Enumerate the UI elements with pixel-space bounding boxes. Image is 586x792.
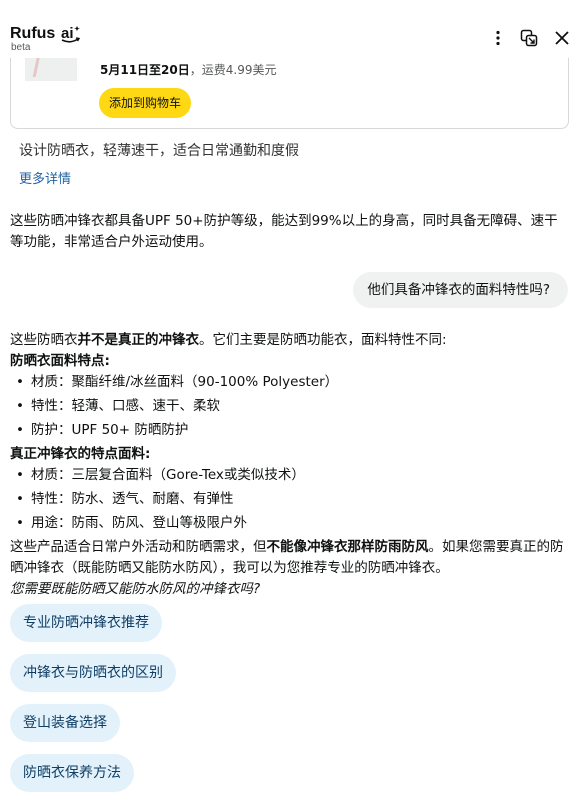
beta-label: beta [11, 42, 31, 53]
answer-intro-rest: 。它们主要是防晒功能衣，面料特性不同: [199, 332, 447, 348]
list-item: 防护：UPF 50+ 防晒防护 [10, 420, 576, 441]
more-options-button[interactable] [488, 28, 508, 48]
shipping-dates: 5月11日至20日 [100, 63, 190, 77]
suggestion-chip[interactable]: 登山装备选择 [10, 704, 120, 742]
answer-question: 您需要既能防晒又能防水防风的冲锋衣吗? [10, 579, 576, 600]
list-item: 特性：防水、透气、耐磨、有弹性 [10, 489, 576, 510]
list-item: 材质：聚酯纤维/冰丝面料（90-100% Polyester） [10, 372, 576, 393]
suggestion-chip[interactable]: 防晒衣保养方法 [10, 754, 134, 792]
answer-intro: 这些防晒衣并不是真正的冲锋衣。它们主要是防晒功能衣，面料特性不同: [10, 330, 576, 351]
list-item: 特性：轻薄、口感、速干、柔软 [10, 396, 576, 417]
suggestion-chip[interactable]: 冲锋衣与防晒衣的区别 [10, 654, 176, 692]
minimize-button[interactable] [519, 28, 539, 48]
add-to-cart-button[interactable]: 添加到购物车 [99, 88, 192, 118]
answer-closing-emphasis: 不能像冲锋衣那样防雨防风 [266, 539, 429, 555]
more-details-link[interactable]: 更多详情 [19, 168, 71, 187]
answer-closing-text: 这些产品适合日常户外活动和防晒需求，但 [10, 539, 267, 555]
product-card[interactable]: 5月11日至20日，运费4.99美元 添加到购物车 [10, 46, 569, 129]
brand-name: Rufus [10, 25, 56, 42]
answer-intro-text: 这些防晒衣 [10, 332, 78, 348]
section-title-jacket: 真正冲锋衣的特点面料: [10, 446, 151, 462]
assistant-message: 这些防晒冲锋衣都具备UPF 50+防护等级，能达到99%以上的身高，同时具备无障… [10, 213, 558, 250]
close-icon [555, 31, 569, 45]
sun-protection-list: 材质：聚酯纤维/冰丝面料（90-100% Polyester） 特性：轻薄、口感… [10, 372, 576, 441]
section-title-sun-protection: 防晒衣面料特点: [10, 353, 110, 369]
svg-text:ai: ai [61, 25, 74, 42]
answer-closing: 这些产品适合日常户外活动和防晒需求，但不能像冲锋衣那样防雨防风。如果您需要真正的… [10, 537, 576, 579]
ai-logo-icon: ai [61, 25, 81, 43]
answer-question-text: 您需要既能防晒又能防水防风的冲锋衣吗? [10, 581, 261, 597]
kebab-menu-icon [496, 30, 500, 46]
user-message: 他们具备冲锋衣的面料特性吗? [353, 272, 568, 308]
shipping-cost: ，运费4.99美元 [189, 63, 277, 77]
list-item: 用途：防雨、防风、登山等极限户外 [10, 513, 576, 534]
product-description: 设计防晒衣，轻薄速干，适合日常通勤和度假 [19, 143, 299, 159]
close-button[interactable] [552, 28, 572, 48]
list-item: 材质：三层复合面料（Gore-Tex或类似技术） [10, 465, 576, 486]
header: Rufus ai beta [0, 0, 586, 58]
minimize-window-icon [520, 29, 538, 47]
answer-intro-emphasis: 并不是真正的冲锋衣 [77, 332, 200, 348]
shipping-info: 5月11日至20日，运费4.99美元 [100, 61, 276, 78]
assistant-answer: 这些防晒衣并不是真正的冲锋衣。它们主要是防晒功能衣，面料特性不同: 防晒衣面料特… [10, 330, 576, 600]
suggestion-chip[interactable]: 专业防晒冲锋衣推荐 [10, 604, 162, 642]
jacket-list: 材质：三层复合面料（Gore-Tex或类似技术） 特性：防水、透气、耐磨、有弹性… [10, 465, 576, 534]
